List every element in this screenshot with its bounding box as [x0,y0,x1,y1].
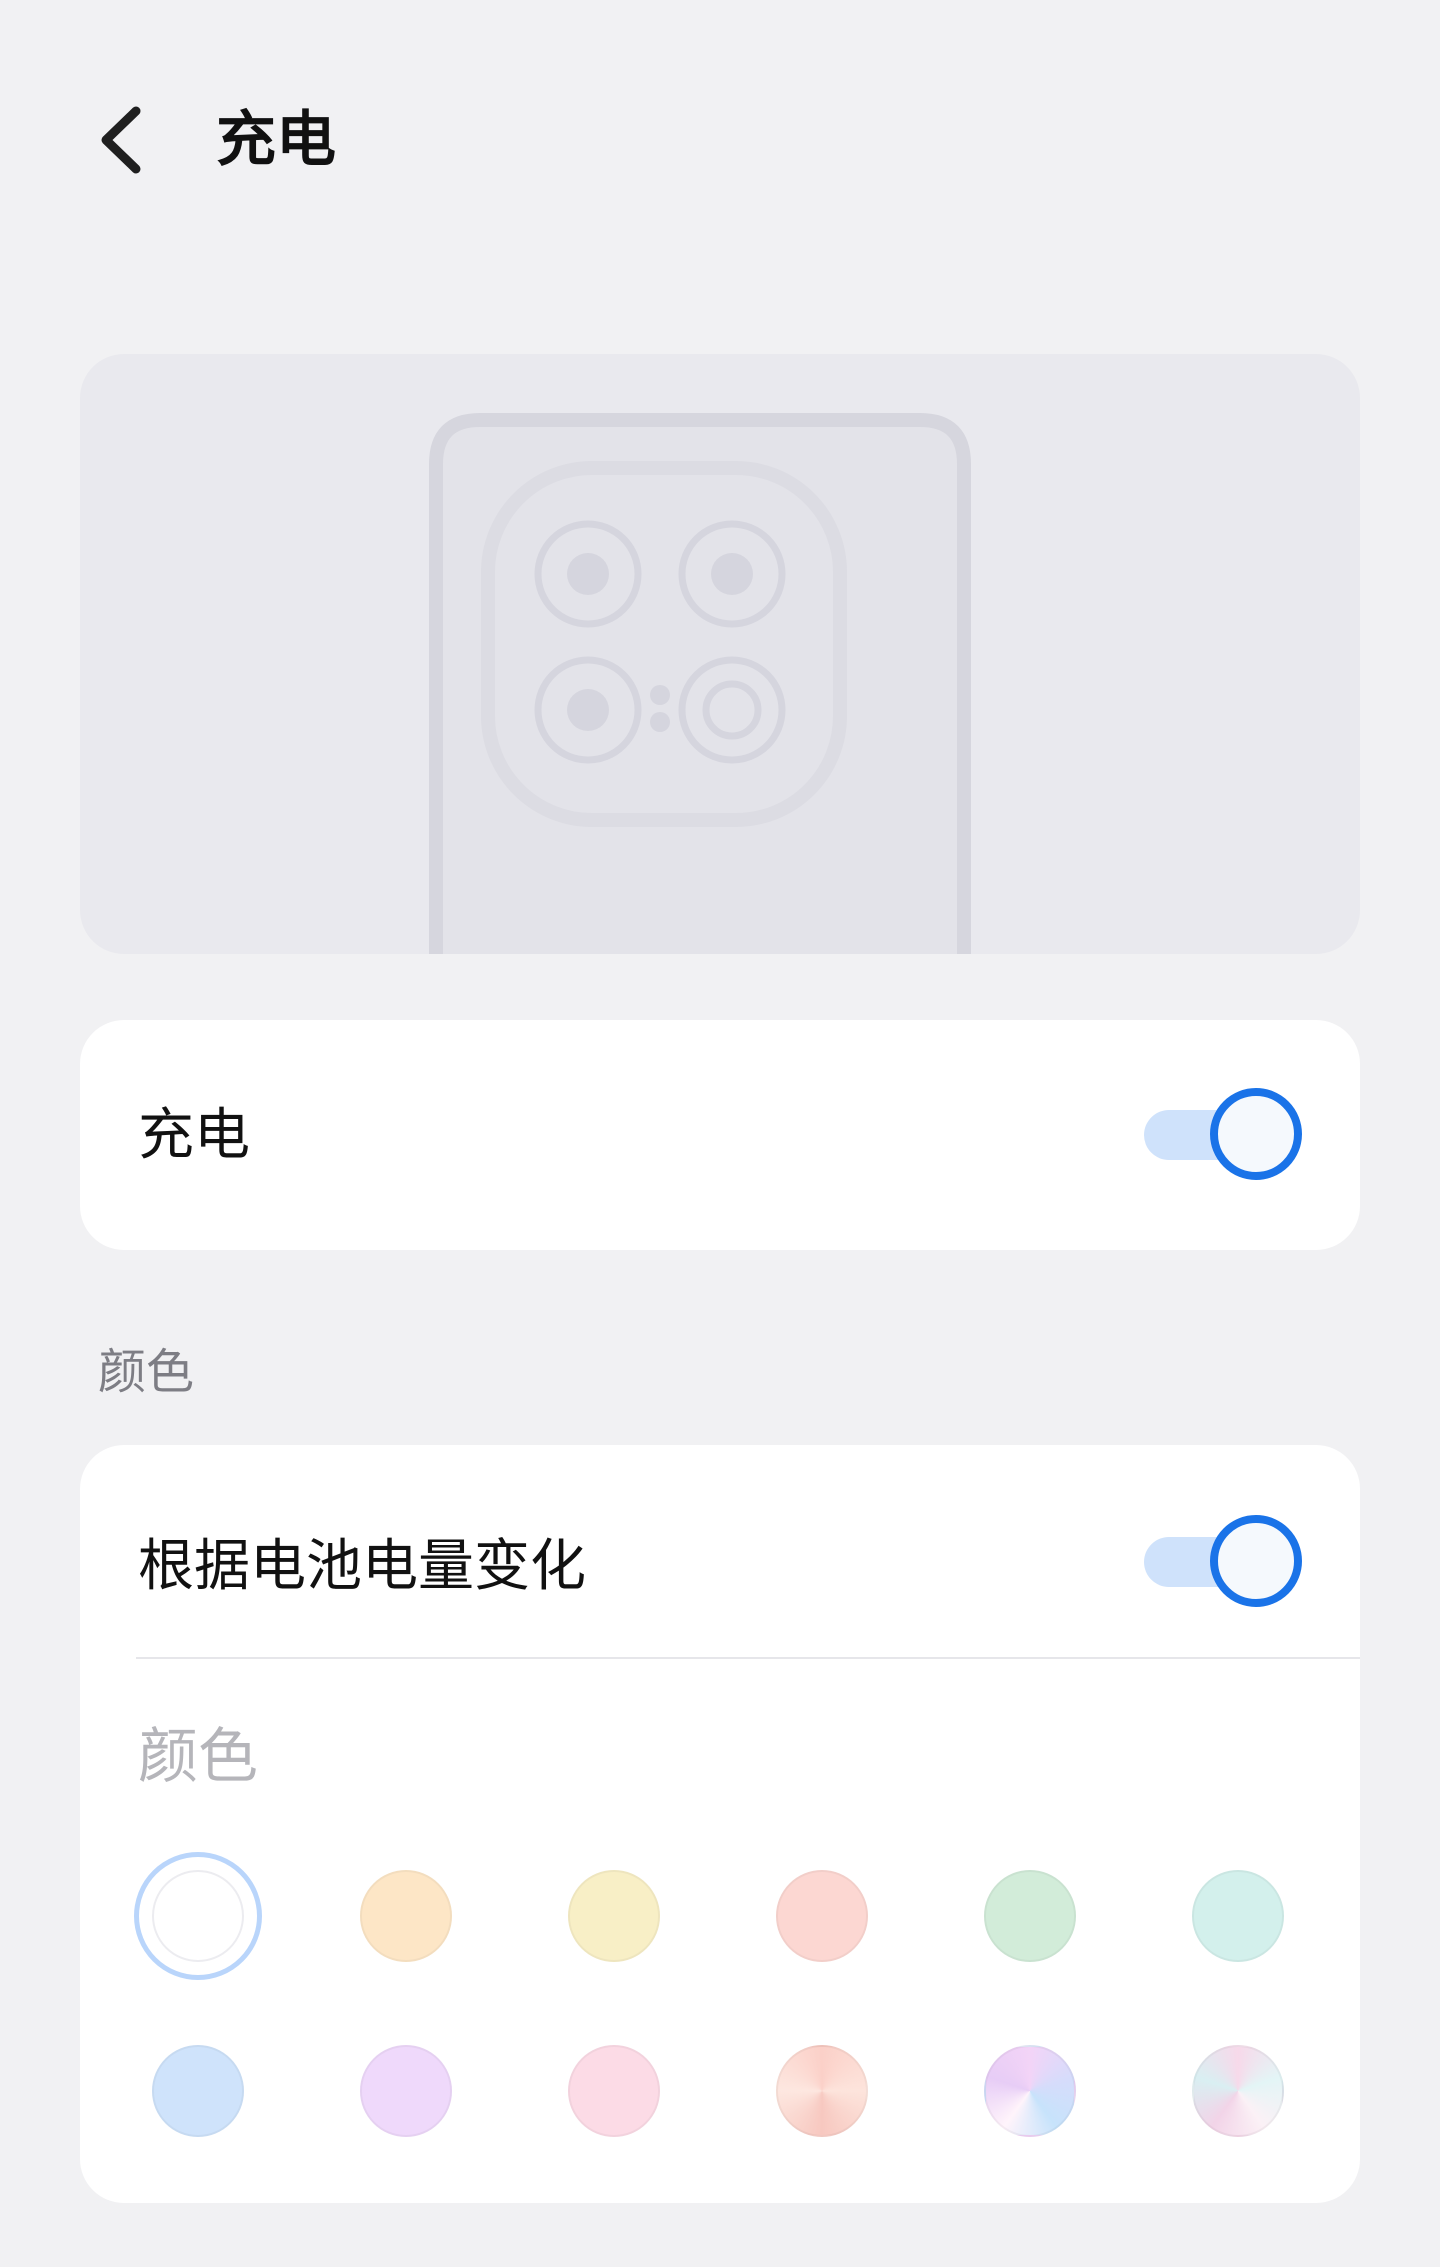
color-swatch-salmon[interactable] [776,1870,868,1962]
color-swatch-sky[interactable] [152,2045,244,2137]
color-sub-label: 颜色 [138,1722,258,1792]
battery-level-label: 根据电池电量变化 [138,1534,586,1599]
selected-swatch-ring [134,1852,262,1980]
phone-rear-camera-illustration [429,413,971,954]
toggle-knob [1210,1088,1302,1180]
color-swatch-peach[interactable] [360,1870,452,1962]
header: 充电 [0,0,1440,280]
color-swatch-rainbow-gradient[interactable] [984,2045,1076,2137]
preview-card [80,354,1360,954]
toggle-knob [1210,1515,1302,1607]
color-swatch-pastel-gradient[interactable] [1192,2045,1284,2137]
row-divider [136,1657,1360,1659]
charging-toggle[interactable] [1144,1088,1304,1180]
battery-level-toggle[interactable] [1144,1515,1304,1607]
color-card: 根据电池电量变化 颜色 [80,1445,1360,2203]
color-swatch-coral-gradient[interactable] [776,2045,868,2137]
color-swatch-mint[interactable] [984,1870,1076,1962]
chevron-left-icon [101,106,141,174]
color-swatch-cream[interactable] [568,1870,660,1962]
page-title: 充电 [216,105,336,175]
color-section-caption: 颜色 [98,1344,195,1400]
charging-settings-page: 充电 充电 颜色 根据电池电量变化 颜色 [0,0,1440,2267]
charging-label: 充电 [138,1103,250,1168]
back-button[interactable] [80,95,160,185]
charging-card: 充电 [80,1020,1360,1250]
color-swatch-lavender[interactable] [360,2045,452,2137]
color-swatch-aqua[interactable] [1192,1870,1284,1962]
color-swatch-pink[interactable] [568,2045,660,2137]
